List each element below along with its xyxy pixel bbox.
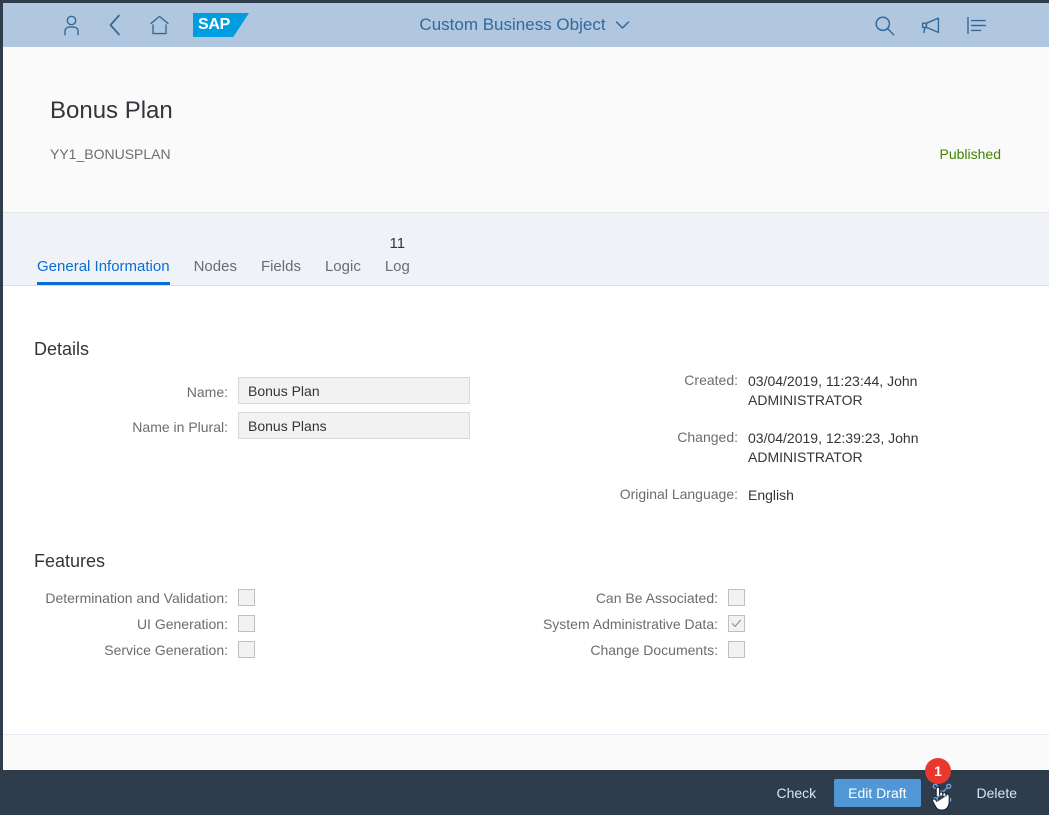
field-label: Original Language:: [619, 486, 738, 502]
tab-label: Log: [384, 258, 410, 275]
status-badge: Published: [939, 146, 1002, 162]
sap-logo-text: SAP: [198, 16, 230, 33]
field-row-changed: Changed: 03/04/2019, 12:39:23, John ADMI…: [563, 422, 993, 467]
tab-nodes[interactable]: Nodes: [182, 212, 249, 285]
tab-label: General Information: [37, 258, 170, 275]
search-icon[interactable]: [866, 7, 902, 43]
changed-value: 03/04/2019, 12:39:23, John ADMINISTRATOR: [748, 430, 919, 465]
page-title: Bonus Plan: [50, 97, 173, 124]
created-value: 03/04/2019, 11:23:44, John ADMINISTRATOR: [748, 373, 918, 408]
tab-fields[interactable]: Fields: [249, 212, 313, 285]
tab-strip: General Information Nodes Fields Logic 1…: [3, 213, 1049, 286]
name-plural-input[interactable]: Bonus Plans: [238, 412, 470, 439]
details-right-column: Created: 03/04/2019, 11:23:44, John ADMI…: [563, 365, 993, 517]
feature-label: Service Generation:: [104, 641, 228, 658]
feature-label: UI Generation:: [136, 615, 228, 632]
tab-label: Nodes: [193, 258, 237, 275]
determination-validation-checkbox[interactable]: [238, 589, 255, 606]
details-left-column: Name: Bonus Plan Name in Plural: Bonus P…: [34, 377, 474, 447]
feature-row-can-be-associated: Can Be Associated:: [503, 589, 973, 606]
object-page-header: Bonus Plan YY1_BONUSPLAN Published: [3, 47, 1049, 213]
section-title-details: Details: [34, 339, 90, 359]
delete-button[interactable]: Delete: [963, 779, 1031, 807]
ui-generation-checkbox[interactable]: [238, 615, 255, 632]
home-icon[interactable]: [141, 7, 177, 43]
field-label: Changed:: [677, 429, 738, 445]
megaphone-icon[interactable]: [912, 7, 948, 43]
shell-bar-right-group: [866, 7, 994, 43]
content-bottom-strip: [3, 734, 1049, 770]
feature-row-service-generation: Service Generation:: [34, 641, 474, 658]
back-chevron-icon[interactable]: [97, 7, 133, 43]
features-left-column: Determination and Validation: UI Generat…: [34, 589, 474, 667]
feature-label: Determination and Validation:: [45, 589, 228, 606]
field-row-name: Name: Bonus Plan: [34, 377, 474, 404]
can-be-associated-checkbox[interactable]: [728, 589, 745, 606]
app-root: SAP Custom Business Object Bonus Plan YY…: [0, 0, 1049, 815]
tab-general-information[interactable]: General Information: [37, 212, 182, 285]
chevron-down-icon[interactable]: [615, 20, 630, 30]
system-administrative-data-checkbox[interactable]: [728, 615, 745, 632]
feature-row-system-administrative-data: System Administrative Data:: [503, 615, 973, 632]
tab-count: 11: [389, 235, 406, 252]
page-subtitle: YY1_BONUSPLAN: [50, 146, 171, 162]
list-menu-icon[interactable]: [958, 7, 994, 43]
shell-bar-left-group: SAP: [53, 7, 249, 43]
user-icon[interactable]: [53, 7, 89, 43]
feature-row-ui-generation: UI Generation:: [34, 615, 474, 632]
change-documents-checkbox[interactable]: [728, 641, 745, 658]
name-input[interactable]: Bonus Plan: [238, 377, 470, 404]
feature-row-change-documents: Change Documents:: [503, 641, 973, 658]
left-edge-strip: [0, 0, 3, 815]
shell-title[interactable]: Custom Business Object: [419, 15, 605, 35]
edit-draft-button[interactable]: Edit Draft: [834, 778, 921, 807]
feature-label: System Administrative Data:: [542, 615, 718, 632]
tab-log[interactable]: 11 Log: [373, 212, 422, 285]
original-language-value: English: [748, 487, 794, 503]
field-row-created: Created: 03/04/2019, 11:23:44, John ADMI…: [563, 365, 993, 410]
field-label: Created:: [684, 372, 738, 388]
sap-logo[interactable]: SAP: [193, 13, 249, 37]
feature-label: Change Documents:: [590, 641, 718, 658]
tab-label: Logic: [324, 258, 361, 275]
footer-toolbar: Check Edit Draft Delete: [3, 770, 1049, 815]
step-badge: 1: [925, 758, 951, 784]
shell-bar: SAP Custom Business Object: [0, 3, 1049, 47]
features-right-column: Can Be Associated: System Administrative…: [503, 589, 973, 667]
field-row-name-plural: Name in Plural: Bonus Plans: [34, 412, 474, 439]
feature-row-determination-validation: Determination and Validation:: [34, 589, 474, 606]
content-area: Details Name: Bonus Plan Name in Plural:…: [3, 287, 1049, 734]
checkmark-icon: [731, 619, 742, 628]
service-generation-checkbox[interactable]: [238, 641, 255, 658]
tab-logic[interactable]: Logic: [313, 212, 373, 285]
check-button[interactable]: Check: [762, 779, 830, 807]
section-title-features: Features: [34, 551, 106, 571]
tab-label: Fields: [260, 258, 301, 275]
field-label: Name in Plural:: [132, 419, 228, 435]
tab-list: General Information Nodes Fields Logic 1…: [37, 212, 422, 285]
field-label: Name:: [186, 384, 228, 400]
field-row-original-language: Original Language: English: [563, 479, 993, 505]
feature-label: Can Be Associated:: [595, 589, 718, 606]
